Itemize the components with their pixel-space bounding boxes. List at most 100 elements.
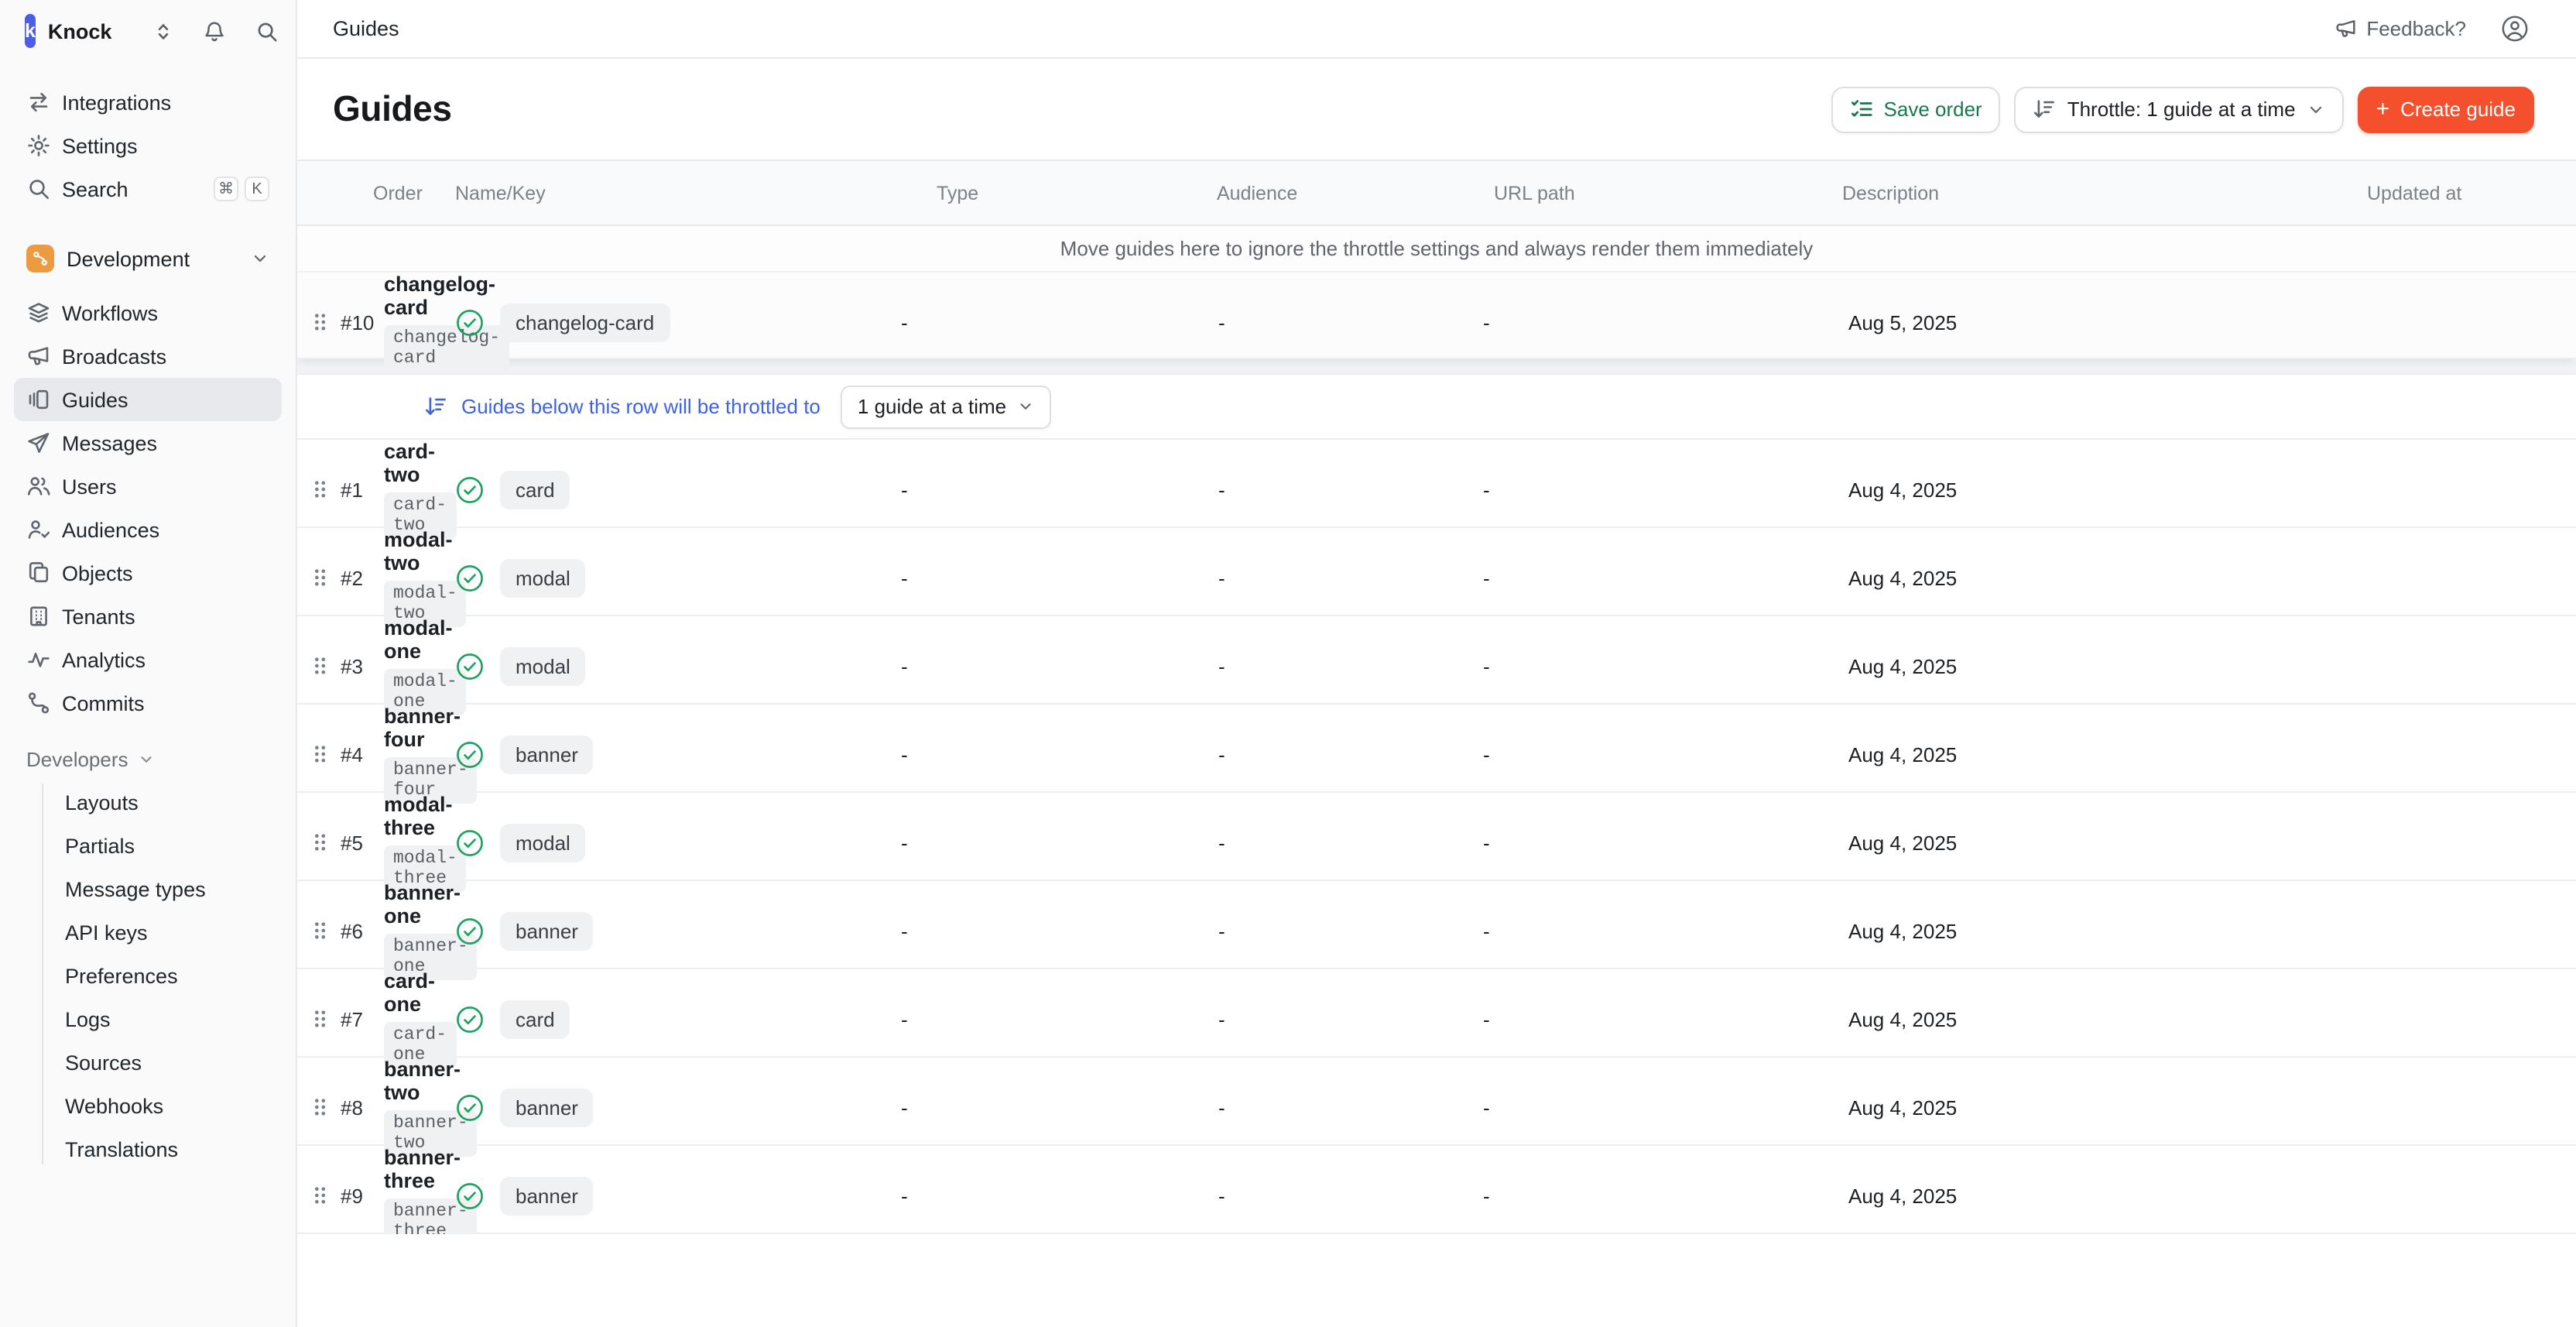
sidebar-item-partials[interactable]: Partials xyxy=(14,824,282,867)
sidebar-item-audiences[interactable]: Audiences xyxy=(14,508,282,551)
sidebar-item-webhooks[interactable]: Webhooks xyxy=(14,1084,282,1127)
throttle-amount-select[interactable]: 1 guide at a time xyxy=(841,385,1051,428)
sidebar-item-label: Integrations xyxy=(62,91,171,114)
guide-type-chip: modal xyxy=(500,823,586,862)
sidebar-item-workflows[interactable]: Workflows xyxy=(14,291,282,334)
sidebar-item-api-keys[interactable]: API keys xyxy=(14,910,282,954)
guide-order: #6 xyxy=(341,919,384,942)
guide-order: #8 xyxy=(341,1096,384,1119)
sidebar-item-label: Message types xyxy=(65,877,206,900)
sidebar-item-translations[interactable]: Translations xyxy=(14,1127,282,1171)
guide-description: - xyxy=(1483,742,1842,766)
developers-section-toggle[interactable]: Developers xyxy=(14,737,282,780)
guide-type-cell: modal xyxy=(455,646,892,685)
developers-section-label: Developers xyxy=(26,747,128,770)
sidebar-item-analytics[interactable]: Analytics xyxy=(14,638,282,681)
guide-type-chip: modal xyxy=(500,646,586,685)
sidebar-item-label: Audiences xyxy=(62,518,159,541)
drag-handle-icon[interactable] xyxy=(297,1183,341,1208)
guide-name-cell: modal-one modal-one xyxy=(384,616,455,715)
drag-handle-icon[interactable] xyxy=(297,918,341,943)
guide-updated-at: Aug 4, 2025 xyxy=(1842,1096,2348,1119)
guide-row[interactable]: #2 modal-two modal-two modal - - - Aug 4… xyxy=(297,528,2576,616)
create-guide-button[interactable]: + Create guide xyxy=(2358,86,2534,132)
guide-type-cell: banner xyxy=(455,911,892,950)
guide-audience: - xyxy=(892,566,1208,589)
sidebar-item-preferences[interactable]: Preferences xyxy=(14,954,282,997)
sidebar-item-label: Tenants xyxy=(62,605,135,628)
guide-audience: - xyxy=(892,831,1208,854)
guide-name-cell: card-two card-two xyxy=(384,440,455,539)
column-header-updated-at: Updated at xyxy=(2348,182,2576,204)
drag-handle-icon[interactable] xyxy=(297,830,341,855)
messages-send-icon xyxy=(26,430,51,455)
sidebar-item-integrations[interactable]: Integrations xyxy=(14,81,282,124)
workspace-switcher-icon[interactable] xyxy=(153,21,173,41)
guides-icon xyxy=(26,387,51,412)
analytics-pulse-icon xyxy=(26,647,51,672)
guide-row[interactable]: #8 banner-two banner-two banner - - - Au… xyxy=(297,1058,2576,1146)
guide-order: #7 xyxy=(341,1007,384,1030)
user-avatar-icon[interactable] xyxy=(2500,14,2530,43)
sidebar-item-objects[interactable]: Objects xyxy=(14,551,282,595)
save-order-button[interactable]: Save order xyxy=(1831,86,2001,132)
guide-audience: - xyxy=(892,1007,1208,1030)
drag-handle-icon[interactable] xyxy=(297,477,341,502)
chevron-down-icon xyxy=(251,249,269,268)
immediate-section: Move guides here to ignore the throttle … xyxy=(297,226,2576,359)
sidebar-item-tenants[interactable]: Tenants xyxy=(14,595,282,638)
drag-handle-icon[interactable] xyxy=(297,1006,341,1031)
guide-name-cell: banner-three banner-three xyxy=(384,1146,455,1245)
sidebar-item-message-types[interactable]: Message types xyxy=(14,867,282,910)
throttle-dropdown-button[interactable]: Throttle: 1 guide at a time xyxy=(2015,86,2344,132)
guide-audience: - xyxy=(892,919,1208,942)
guide-description: - xyxy=(1483,1096,1842,1119)
guide-row[interactable]: #5 modal-three modal-three modal - - - A… xyxy=(297,793,2576,881)
notifications-bell-icon[interactable] xyxy=(203,19,226,43)
status-check-icon xyxy=(455,916,485,945)
sort-descending-icon xyxy=(2033,98,2057,121)
guide-type-cell: modal xyxy=(455,823,892,862)
sidebar-item-guides[interactable]: Guides xyxy=(14,378,282,421)
drag-handle-icon[interactable] xyxy=(297,742,341,766)
sidebar-item-search[interactable]: Search ⌘ K xyxy=(14,167,282,211)
knock-logo[interactable]: k xyxy=(25,14,36,48)
drag-handle-icon[interactable] xyxy=(297,653,341,678)
guide-row[interactable]: #4 banner-four banner-four banner - - - … xyxy=(297,705,2576,793)
immediate-note: Move guides here to ignore the throttle … xyxy=(297,226,2576,271)
section-spacer xyxy=(297,359,2576,375)
sidebar-item-label: Commits xyxy=(62,691,145,715)
feedback-button[interactable]: Feedback? xyxy=(2334,17,2466,40)
sidebar-item-label: Layouts xyxy=(65,790,139,814)
guide-name-cell: banner-two banner-two xyxy=(384,1058,455,1157)
guide-row[interactable]: #6 banner-one banner-one banner - - - Au… xyxy=(297,881,2576,969)
guide-type-chip: modal xyxy=(500,558,586,597)
sidebar-item-users[interactable]: Users xyxy=(14,465,282,508)
guide-row[interactable]: #10 changelog-card changelog-card change… xyxy=(297,271,2576,359)
sidebar-item-commits[interactable]: Commits xyxy=(14,681,282,725)
sidebar-item-logs[interactable]: Logs xyxy=(14,997,282,1041)
guide-row[interactable]: #7 card-one card-one card - - - Aug 4, 2… xyxy=(297,969,2576,1058)
guide-url-path: - xyxy=(1208,742,1483,766)
guide-type-chip: banner xyxy=(500,1088,594,1126)
environment-switcher[interactable]: Development xyxy=(14,235,282,282)
sidebar-item-broadcasts[interactable]: Broadcasts xyxy=(14,334,282,378)
chevron-down-icon xyxy=(1017,398,1034,415)
search-icon[interactable] xyxy=(255,19,279,43)
workflows-layers-icon xyxy=(26,300,51,325)
sidebar-item-layouts[interactable]: Layouts xyxy=(14,780,282,824)
drag-handle-icon[interactable] xyxy=(297,310,341,334)
guide-row[interactable]: #9 banner-three banner-three banner - - … xyxy=(297,1146,2576,1234)
broadcasts-megaphone-icon xyxy=(26,344,51,369)
sidebar-item-messages[interactable]: Messages xyxy=(14,421,282,465)
drag-handle-icon[interactable] xyxy=(297,565,341,590)
guide-description: - xyxy=(1483,919,1842,942)
sidebar-main-nav: Workflows Broadcasts Guides Messages xyxy=(0,288,296,725)
drag-handle-icon[interactable] xyxy=(297,1095,341,1120)
guide-row[interactable]: #1 card-two card-two card - - - Aug 4, 2… xyxy=(297,440,2576,528)
sidebar-item-settings[interactable]: Settings xyxy=(14,124,282,167)
table-header-row: Order Name/Key Type Audience URL path De… xyxy=(297,161,2576,226)
sidebar-item-label: Search xyxy=(62,177,128,201)
guide-row[interactable]: #3 modal-one modal-one modal - - - Aug 4… xyxy=(297,616,2576,705)
sidebar-item-sources[interactable]: Sources xyxy=(14,1041,282,1084)
